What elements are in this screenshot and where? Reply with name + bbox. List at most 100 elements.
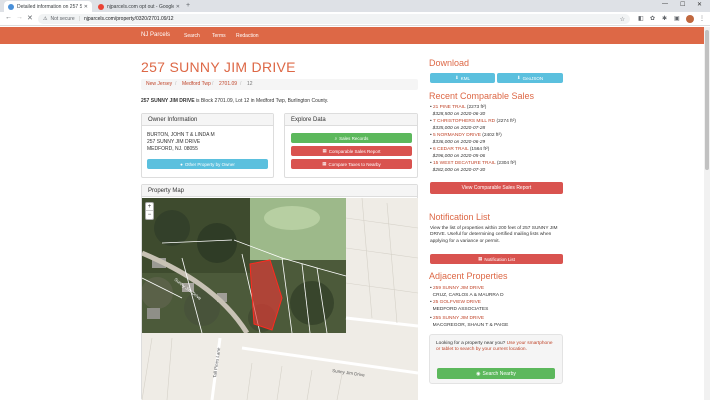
star-icon[interactable]: ☆ [620, 16, 625, 23]
tab-title: Detailed information on 257 SU... [17, 3, 82, 10]
search-nearby-button[interactable]: ◉ Search Nearby [437, 368, 555, 379]
address-separator: | [78, 16, 80, 22]
zoom-in-button[interactable]: + [146, 203, 153, 211]
comparable-address[interactable]: 5 NORMANDY DRIVE [433, 133, 481, 138]
list-item: $336,000 on 2020-06-29 [432, 140, 486, 145]
comparable-address[interactable]: 7 CHRISTOPHERS MILL RD [433, 119, 495, 124]
search-nearby-text: Looking for a property near you? Use you… [436, 341, 553, 353]
list-item: • 15 WEST DECATURE TRAIL (2304 ft²) [430, 161, 517, 166]
location-icon: ◉ [476, 370, 481, 377]
list-item: • 6 CEDAR TRAIL (1564 ft²) [430, 147, 490, 152]
comparables-heading: Recent Comparable Sales [429, 91, 535, 101]
notification-heading: Notification List [429, 212, 491, 222]
nav-terms[interactable]: Terms [212, 33, 226, 39]
address-bar[interactable]: ⚠ Not secure | njparcels.com/property/03… [38, 14, 630, 24]
comparable-address[interactable]: 21 PINE TRAIL [433, 105, 466, 110]
site-header: NJ Parcels Search Terms Redaction [0, 27, 710, 44]
breadcrumb-state[interactable]: New Jersey [146, 80, 172, 89]
sales-records-button[interactable]: ⌕ Sales Records [291, 133, 412, 143]
extension-icon[interactable]: ▣ [674, 15, 680, 22]
owner-city: MEDFORD, NJ. 08055 [147, 146, 198, 152]
geojson-button[interactable]: ⬇ GeoJSON [497, 73, 563, 83]
warning-icon: ⚠ [43, 16, 48, 22]
extension-icon[interactable]: ✿ [650, 15, 655, 22]
download-icon: ⬇ [516, 75, 521, 80]
user-icon: ● [180, 161, 183, 167]
notification-text: View the list of properties within 200 f… [430, 226, 558, 244]
property-summary: 257 SUNNY JIM DRIVE is Block 2701.09, Lo… [141, 98, 328, 104]
explore-heading: Explore Data [285, 114, 417, 126]
maximize-icon[interactable]: ☐ [680, 1, 685, 8]
browser-tab-active[interactable]: Detailed information on 257 SU... ✕ [4, 1, 92, 12]
list-item: MACGREGOR, SHAUN T & PAIGE [430, 323, 509, 328]
view-comparable-report-button[interactable]: View Comparable Sales Report [430, 182, 563, 194]
nav-search[interactable]: Search [184, 33, 200, 39]
browser-tab-inactive[interactable]: njparcels.com opt out - Google ... ✕ [94, 1, 184, 12]
reload-icon[interactable]: ✕ [27, 14, 33, 22]
scrollbar-thumb[interactable] [705, 30, 709, 170]
extension-icon[interactable]: ◧ [638, 15, 644, 22]
adjacent-address[interactable]: 25 GOLFVIEW DRIVE [433, 300, 481, 305]
comparable-sales-button[interactable]: ▦ Comparable Sales Report [291, 146, 412, 156]
adjacent-owner: MACGREGOR, SHAUN T & PAIGE [432, 323, 509, 328]
comparable-address[interactable]: 15 WEST DECATURE TRAIL [433, 161, 495, 166]
breadcrumb-separator: / [240, 81, 242, 87]
page-title: 257 SUNNY JIM DRIVE [141, 59, 296, 75]
list-item: • 21 PINE TRAIL (2273 ft²) [430, 105, 487, 110]
breadcrumb-lot: 12 [247, 81, 253, 87]
close-window-icon[interactable]: ✕ [697, 1, 702, 8]
comparable-address[interactable]: 6 CEDAR TRAIL [433, 147, 468, 152]
menu-icon[interactable]: ⋮ [699, 15, 705, 22]
table-icon: ▦ [322, 148, 327, 153]
zoom-out-button[interactable]: − [146, 211, 153, 219]
list-item: MEDFORD ASSOCIATES [430, 307, 489, 312]
summary-address: 257 SUNNY JIM DRIVE [141, 98, 195, 104]
new-tab-icon[interactable]: + [186, 2, 190, 9]
forward-icon[interactable]: → [16, 14, 23, 21]
breadcrumb-separator: / [212, 81, 214, 87]
summary-text: is Block 2701.09, Lot 12 in Medford Twp,… [194, 98, 329, 104]
owner-street: 257 SUNNY JIM DRIVE [147, 139, 201, 145]
list-item: CRUZ, CARLOS A & MAURRA D [430, 293, 504, 298]
adjacent-address[interactable]: 255 SUNNY JIM DRIVE [433, 316, 484, 321]
minimize-icon[interactable]: — [662, 1, 668, 7]
breadcrumb-block[interactable]: 2701.09 [219, 80, 237, 89]
url-text: njparcels.com/property/0320/2701.09/12 [83, 16, 174, 22]
adjacent-address[interactable]: 259 SUNNY JIM DRIVE [433, 286, 484, 291]
kml-button[interactable]: ⬇ KML [430, 73, 495, 83]
google-icon [98, 3, 104, 10]
adjacent-heading: Adjacent Properties [429, 271, 508, 281]
security-label: Not secure [50, 16, 75, 22]
nav-redaction[interactable]: Redaction [236, 33, 259, 39]
puzzle-icon[interactable]: ✱ [662, 15, 667, 22]
list-item: $296,000 on 2020-05-06 [432, 154, 486, 159]
compare-taxes-button[interactable]: ▦ Compare Taxes to Nearby [291, 159, 412, 169]
browser-toolbar: ← → ✕ ⚠ Not secure | njparcels.com/prope… [0, 12, 710, 26]
adjacent-owner: MEDFORD ASSOCIATES [432, 307, 489, 312]
breadcrumb-separator: / [175, 81, 177, 87]
avatar[interactable] [686, 15, 694, 23]
breadcrumb-town[interactable]: Medford Twp [182, 80, 211, 89]
map-canvas: Sunny Jim Drive Sunny Jim Drive Tall Pin… [142, 198, 418, 400]
table-icon: ▦ [322, 161, 327, 166]
back-icon[interactable]: ← [5, 14, 12, 21]
owner-name: BURTON, JOHN T & LINDA M [147, 132, 215, 138]
table-icon: ▦ [478, 256, 483, 261]
notification-list-button[interactable]: ▦ Notification List [430, 254, 563, 264]
list-item: $335,000 on 2020-07-28 [432, 126, 486, 131]
download-icon: ⬇ [454, 75, 459, 80]
close-icon[interactable]: ✕ [176, 4, 180, 10]
list-item: • 7 CHRISTOPHERS MILL RD (2274 ft²) [430, 119, 516, 124]
list-item: • 259 SUNNY JIM DRIVE [430, 286, 485, 291]
owner-heading: Owner Information [142, 114, 273, 126]
adjacent-owner: CRUZ, CARLOS A & MAURRA D [432, 293, 504, 298]
list-item: • 25 GOLFVIEW DRIVE [430, 300, 481, 305]
site-brand[interactable]: NJ Parcels [141, 32, 170, 38]
property-map[interactable]: Sunny Jim Drive Sunny Jim Drive Tall Pin… [142, 198, 418, 400]
close-icon[interactable]: ✕ [84, 4, 88, 10]
list-item: $328,500 on 2020-06-30 [432, 112, 486, 117]
list-item: • 5 NORMANDY DRIVE (2402 ft²) [430, 133, 502, 138]
globe-icon [8, 3, 14, 10]
other-property-button[interactable]: ● Other Property by Owner [147, 159, 268, 169]
list-item: $282,000 on 2020-07-30 [432, 168, 486, 173]
